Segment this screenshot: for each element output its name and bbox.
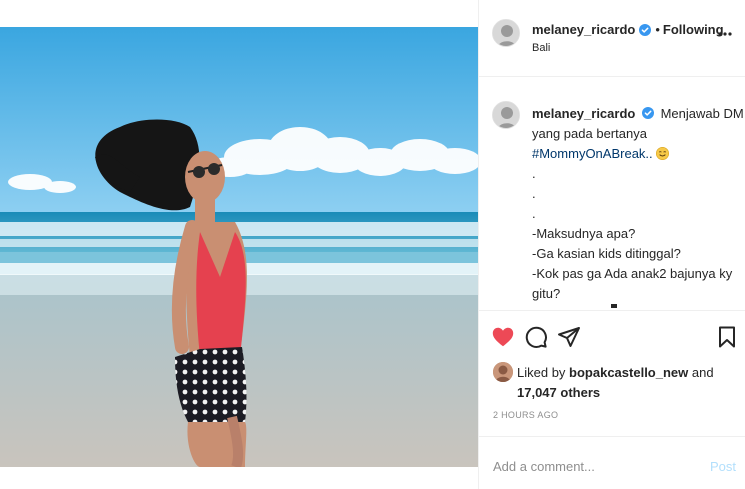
caption-dot-line: . (532, 186, 536, 201)
liker-username[interactable]: bopakcastello_new (569, 365, 688, 380)
caption-question-line: -Kok pas ga Ada anak2 bajunya ky (532, 266, 733, 281)
liker-avatar[interactable] (493, 362, 513, 382)
comment-box: Post (479, 436, 745, 489)
post-timestamp[interactable]: 2 HOURS AGO (493, 410, 558, 420)
caption-second-line: yang pada bertanya (532, 126, 647, 141)
likes-count[interactable]: 17,047 others (517, 385, 600, 400)
caption-username[interactable]: melaney_ricardo (532, 106, 635, 121)
caption-hashtag-line: #MommyOnABreak.. (532, 144, 727, 164)
smiling-emoji-icon (656, 147, 670, 160)
post-header: melaney_ricardo • Following Bali (479, 0, 745, 77)
verified-badge-icon (639, 23, 652, 36)
likes-prefix: Liked by (517, 365, 566, 380)
following-button[interactable]: Following (663, 22, 724, 37)
hashtag-link[interactable]: #MommyOnABreak.. (532, 146, 653, 161)
verified-badge-icon (641, 107, 654, 119)
action-bar (479, 310, 745, 360)
caption-dot-line: . (532, 206, 536, 221)
bookmark-icon[interactable] (715, 325, 739, 349)
caption-question-line: -Ga kasian kids ditinggal? (532, 246, 681, 261)
caption-text: melaney_ricardo Menjawab DM yang pada be… (532, 104, 744, 304)
comment-input[interactable] (493, 459, 693, 474)
paper-plane-icon[interactable] (557, 325, 581, 349)
caption-first-line: melaney_ricardo Menjawab DM (532, 104, 744, 124)
caption-question-line: -Maksudnya apa? (532, 226, 636, 241)
post-photo[interactable] (0, 27, 478, 467)
post-location[interactable]: Bali (532, 42, 550, 54)
beach-photo-illustration (0, 27, 478, 467)
caption-author-avatar[interactable] (492, 101, 520, 129)
caption-overflow-glyph (611, 304, 617, 308)
comment-bubble-icon[interactable] (524, 325, 548, 349)
caption-first-text: Menjawab DM (660, 106, 744, 121)
post-side-panel: melaney_ricardo • Following Bali melaney… (478, 0, 745, 489)
separator-dot: • (655, 22, 660, 37)
feed-background-bottom (0, 467, 478, 489)
post-comment-button[interactable]: Post (710, 459, 736, 474)
author-avatar[interactable] (492, 19, 520, 47)
author-line: melaney_ricardo • Following (532, 22, 724, 37)
author-username[interactable]: melaney_ricardo (532, 22, 635, 37)
caption-question-line: gitu? (532, 286, 561, 301)
likes-text: Liked by bopakcastello_new and 17,047 ot… (517, 363, 714, 403)
feed-background-top (0, 0, 478, 27)
likes-and: and (691, 365, 714, 380)
caption-dot-line: . (532, 166, 536, 181)
heart-icon[interactable] (491, 325, 515, 349)
caption-section: melaney_ricardo Menjawab DM yang pada be… (479, 77, 745, 310)
more-options-icon[interactable] (718, 32, 732, 36)
